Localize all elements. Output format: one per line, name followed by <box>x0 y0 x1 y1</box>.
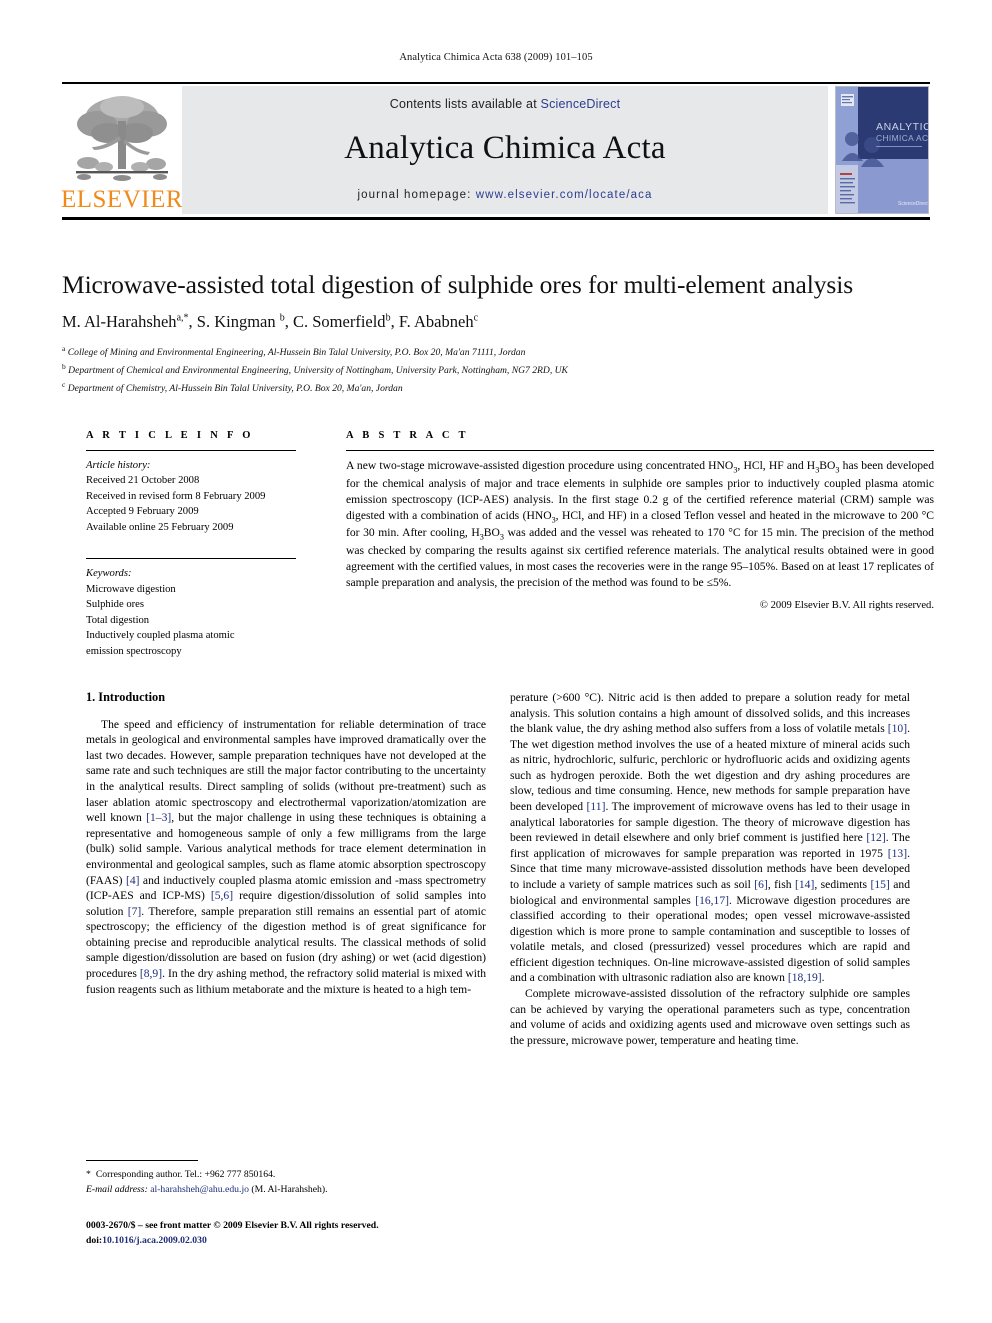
abstract-block: A B S T R A C T A new two-stage microwav… <box>346 430 934 611</box>
imprint-block: 0003-2670/$ – see front matter © 2009 El… <box>86 1218 506 1248</box>
affiliation-text: Department of Chemistry, Al-Hussein Bin … <box>67 382 403 394</box>
imprint-doi-line: doi:10.1016/j.aca.2009.02.030 <box>86 1233 506 1248</box>
affiliation-item: c Department of Chemistry, Al-Hussein Bi… <box>62 379 934 397</box>
article-info-block: A R T I C L E I N F O Article history: R… <box>86 430 296 659</box>
journal-cover-thumbnail[interactable]: ANALYTICA CHIMICA ACTA <box>835 86 929 214</box>
elsevier-logo: ELSEVIER <box>60 86 184 214</box>
history-item: Accepted 9 February 2009 <box>86 506 199 518</box>
imprint-front-matter: 0003-2670/$ – see front matter © 2009 El… <box>86 1220 379 1231</box>
affiliation-marker: c <box>62 379 66 389</box>
running-head: Analytica Chimica Acta 638 (2009) 101–10… <box>399 52 593 63</box>
history-item: Received in revised form 8 February 2009 <box>86 490 266 502</box>
author-list: M. Al-Harahsheha,*, S. Kingman b, C. Som… <box>62 312 479 331</box>
journal-title: Analytica Chimica Acta <box>344 130 666 166</box>
svg-text:ScienceDirect: ScienceDirect <box>898 201 928 207</box>
email-label: E-mail address: <box>86 1183 148 1195</box>
corresponding-author-note: * Corresponding author. Tel.: +962 777 85… <box>86 1168 486 1183</box>
keyword-item: Inductively coupled plasma atomic <box>86 630 235 642</box>
keywords-list: Microwave digestion Sulphide ores Total … <box>86 582 296 659</box>
journal-homepage-link[interactable]: www.elsevier.com/locate/aca <box>476 189 653 201</box>
paper-page: Analytica Chimica Acta 638 (2009) 101–10… <box>0 0 992 1323</box>
contents-available-line: Contents lists available at ScienceDirec… <box>390 97 621 111</box>
affiliation-text: College of Mining and Environmental Engi… <box>67 347 526 359</box>
body-paragraph: perature (>600 °C). Nitric acid is then … <box>510 691 911 985</box>
footnote-block: * Corresponding author. Tel.: +962 777 85… <box>86 1160 486 1197</box>
affiliation-marker: a <box>62 344 66 353</box>
abstract-text: A new two-stage microwave-assisted diges… <box>346 459 935 590</box>
keywords-rule <box>86 558 296 560</box>
footnote-rule <box>86 1160 198 1161</box>
body-column-left: 1. Introduction The speed and efficiency… <box>86 690 486 997</box>
body-paragraph: The speed and efficiency of instrumentat… <box>86 717 487 996</box>
doi-link[interactable]: 10.1016/j.aca.2009.02.030 <box>102 1235 207 1246</box>
affiliation-marker: b <box>62 361 66 371</box>
abstract-copyright: © 2009 Elsevier B.V. All rights reserved… <box>759 600 934 612</box>
affiliation-item: a College of Mining and Environmental En… <box>62 343 934 361</box>
corresponding-author-text: Corresponding author. Tel.: +962 777 850… <box>95 1169 276 1180</box>
article-history-list: Received 21 October 2008 Received in rev… <box>86 473 296 535</box>
affiliation-item: b Department of Chemical and Environment… <box>62 361 934 379</box>
page-title: Microwave-assisted total digestion of su… <box>62 270 854 299</box>
email-note: E-mail address: al-harahsheh@ahu.edu.jo … <box>86 1183 486 1198</box>
keyword-item: emission spectroscopy <box>86 645 182 657</box>
keywords-label: Keywords: <box>86 568 132 580</box>
article-info-rule <box>86 450 296 451</box>
sciencedirect-link[interactable]: ScienceDirect <box>541 97 621 111</box>
journal-homepage-line: journal homepage: www.elsevier.com/locat… <box>358 189 653 201</box>
elsevier-wordmark: ELSEVIER <box>60 186 184 213</box>
homepage-label: journal homepage: <box>357 189 472 201</box>
corresponding-author-marker: * <box>86 1169 91 1180</box>
keyword-item: Sulphide ores <box>86 599 144 611</box>
body-column-right: perature (>600 °C). Nitric acid is then … <box>510 690 910 1048</box>
keyword-item: Microwave digestion <box>86 583 176 595</box>
affiliation-list: a College of Mining and Environmental En… <box>62 343 934 396</box>
history-item: Received 21 October 2008 <box>86 475 200 487</box>
email-link[interactable]: al-harahsheh@ahu.edu.jo <box>150 1184 249 1195</box>
section-heading-introduction: 1. Introduction <box>86 690 166 704</box>
history-item: Available online 25 February 2009 <box>86 521 234 533</box>
abstract-rule <box>346 450 934 451</box>
masthead-top-rule <box>62 82 930 84</box>
svg-text:ANALYTICA: ANALYTICA <box>876 121 928 133</box>
svg-text:CHIMICA ACTA: CHIMICA ACTA <box>876 133 928 143</box>
journal-masthead: ELSEVIER Contents lists available at Sci… <box>60 82 930 220</box>
email-owner: (M. Al-Harahsheh). <box>251 1183 328 1195</box>
body-paragraph: Complete microwave-assisted dissolution … <box>510 986 910 1047</box>
journal-cover-block: ANALYTICA CHIMICA ACTA <box>834 86 930 214</box>
contents-prefix: Contents lists available at <box>389 97 541 111</box>
affiliation-text: Department of Chemical and Environmental… <box>68 364 568 376</box>
abstract-heading: A B S T R A C T <box>346 430 469 441</box>
masthead-center-panel: Contents lists available at ScienceDirec… <box>182 86 828 214</box>
doi-label: doi: <box>86 1235 103 1247</box>
elsevier-tree-icon <box>70 91 174 186</box>
article-info-heading: A R T I C L E I N F O <box>86 430 254 441</box>
article-history-label: Article history: <box>86 460 151 471</box>
masthead-bottom-rule <box>62 217 930 220</box>
keyword-item: Total digestion <box>86 614 150 626</box>
